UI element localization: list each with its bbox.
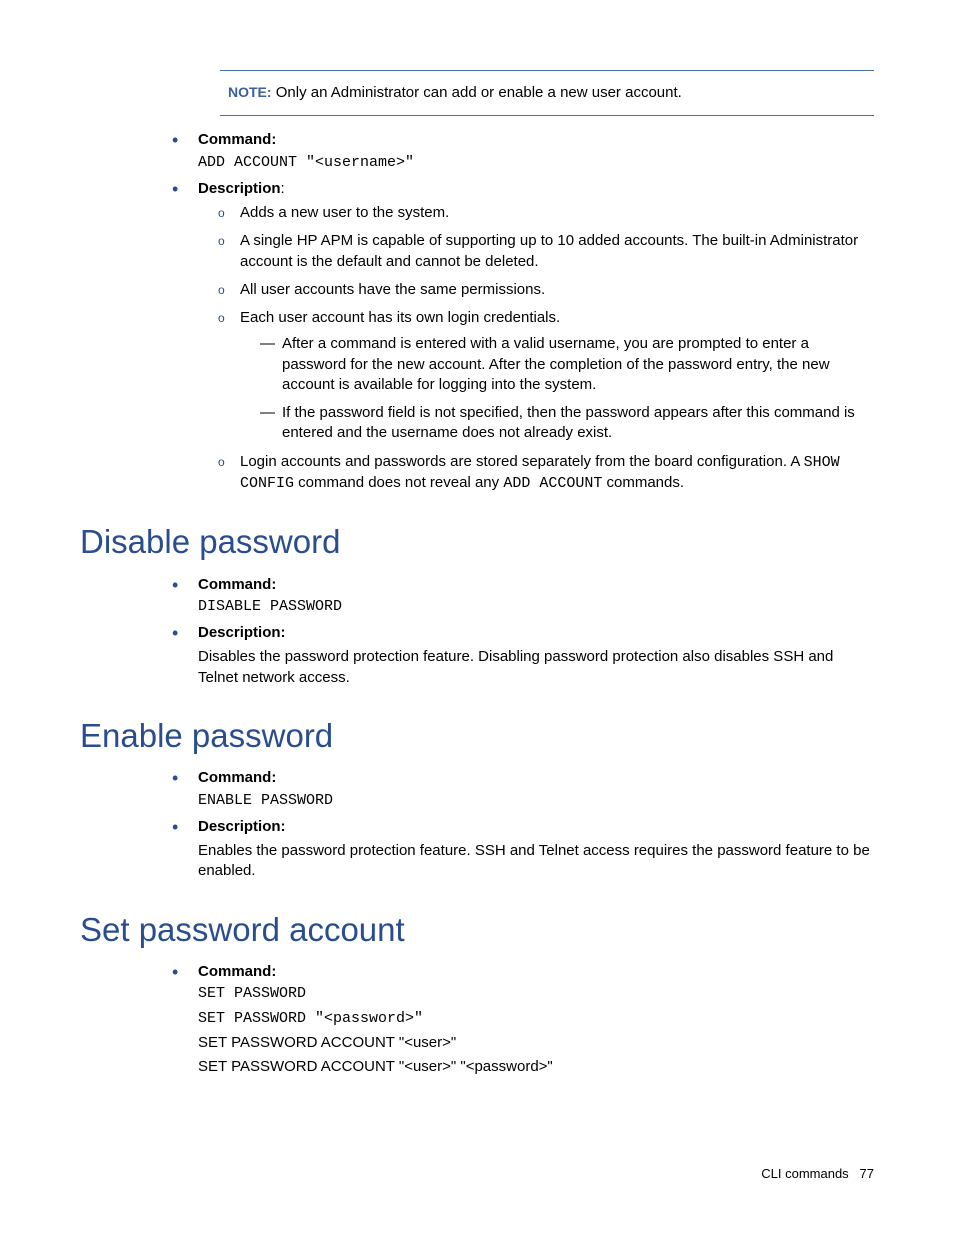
desc-text: Adds a new user to the system. (240, 204, 449, 221)
list-item: Description: Disables the password prote… (166, 623, 874, 688)
heading-set-password-account: Set password account (80, 908, 874, 953)
desc-text: Disables the password protection feature… (198, 647, 874, 688)
credentials-sublist: After a command is entered with a valid … (260, 334, 874, 443)
command-label: Command: (198, 131, 276, 148)
description-label: Description: (198, 818, 286, 835)
list-item: If the password field is not specified, … (260, 403, 874, 444)
command-label: Command: (198, 576, 276, 593)
setpw-list: Command: SET PASSWORD SET PASSWORD "<pas… (166, 962, 874, 1077)
list-item: Login accounts and passwords are stored … (216, 452, 874, 495)
description-label: Description (198, 180, 281, 197)
inline-code: ADD ACCOUNT (503, 475, 602, 492)
page-footer: CLI commands 77 (761, 1165, 874, 1183)
sub-text: If the password field is not specified, … (282, 404, 855, 441)
desc-text-c: commands. (602, 474, 684, 491)
command-text: SET PASSWORD (198, 984, 874, 1004)
list-item: Description: Adds a new user to the syst… (166, 179, 874, 494)
command-text: ENABLE PASSWORD (198, 791, 874, 811)
command-text: ADD ACCOUNT "<username>" (198, 153, 874, 173)
desc-text: Enables the password protection feature.… (198, 841, 874, 882)
list-item: Command: DISABLE PASSWORD (166, 575, 874, 618)
page: NOTE: Only an Administrator can add or e… (0, 0, 954, 1235)
enable-list: Command: ENABLE PASSWORD Description: En… (166, 768, 874, 881)
footer-page: 77 (860, 1166, 874, 1181)
desc-text: Each user account has its own login cred… (240, 309, 560, 326)
description-sublist: Adds a new user to the system. A single … (216, 203, 874, 494)
command-block: SET PASSWORD SET PASSWORD "<password>" S… (198, 984, 874, 1077)
sub-text: After a command is entered with a valid … (282, 335, 830, 393)
list-item: Command: ADD ACCOUNT "<username>" (166, 130, 874, 173)
heading-enable-password: Enable password (80, 714, 874, 759)
list-item: Description: Enables the password protec… (166, 817, 874, 882)
desc-text-a: Login accounts and passwords are stored … (240, 453, 804, 470)
note-box: NOTE: Only an Administrator can add or e… (220, 70, 874, 116)
list-item: Command: ENABLE PASSWORD (166, 768, 874, 811)
list-item: After a command is entered with a valid … (260, 334, 874, 395)
heading-disable-password: Disable password (80, 520, 874, 565)
desc-text-b: command does not reveal any (294, 474, 503, 491)
disable-list: Command: DISABLE PASSWORD Description: D… (166, 575, 874, 688)
command-label: Command: (198, 769, 276, 786)
command-label: Command: (198, 963, 276, 980)
description-label: Description: (198, 624, 286, 641)
footer-section: CLI commands (761, 1166, 848, 1181)
command-text: SET PASSWORD ACCOUNT "<user>" (198, 1033, 874, 1053)
list-item: Adds a new user to the system. (216, 203, 874, 223)
desc-text: A single HP APM is capable of supporting… (240, 232, 858, 269)
list-item: All user accounts have the same permissi… (216, 280, 874, 300)
list-item: A single HP APM is capable of supporting… (216, 231, 874, 272)
command-text: SET PASSWORD ACCOUNT "<user>" "<password… (198, 1057, 874, 1077)
command-text: DISABLE PASSWORD (198, 597, 874, 617)
note-text: Only an Administrator can add or enable … (276, 84, 682, 101)
list-item: Command: SET PASSWORD SET PASSWORD "<pas… (166, 962, 874, 1077)
command-text: SET PASSWORD "<password>" (198, 1009, 874, 1029)
add-account-list: Command: ADD ACCOUNT "<username>" Descri… (166, 130, 874, 494)
note-label: NOTE: (228, 84, 272, 100)
colon: : (281, 180, 285, 197)
desc-text: All user accounts have the same permissi… (240, 281, 545, 298)
list-item: Each user account has its own login cred… (216, 308, 874, 444)
